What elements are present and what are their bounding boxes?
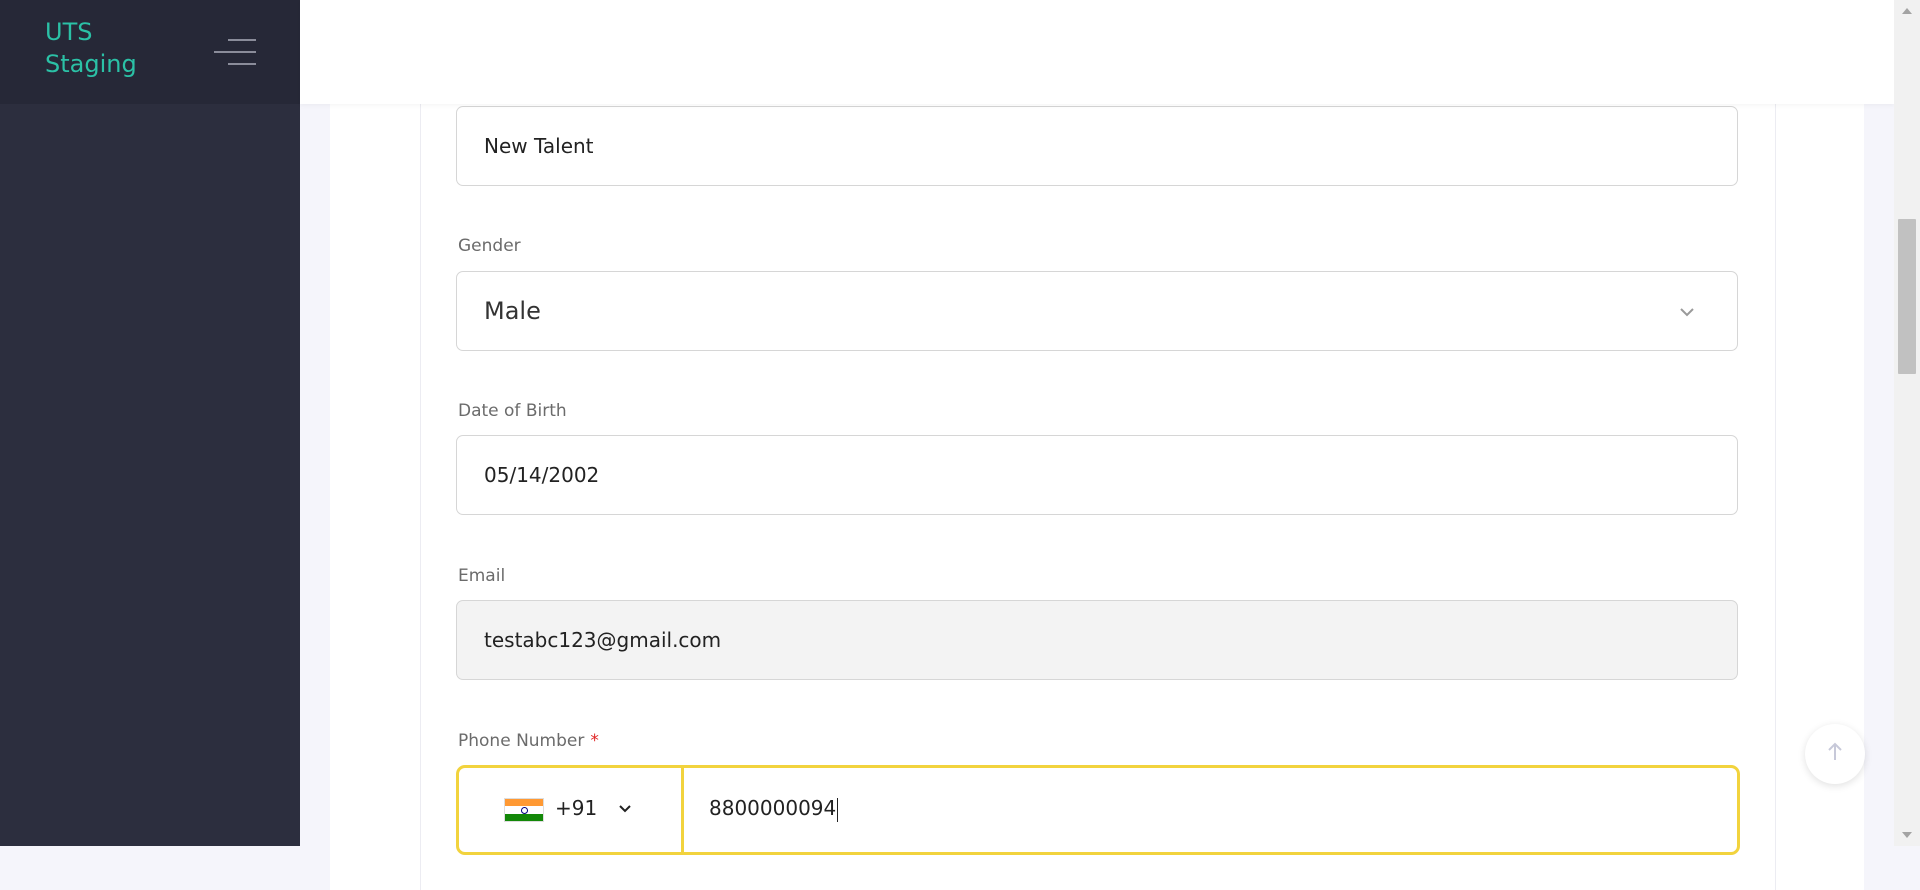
scroll-up-arrow-icon[interactable]: [1902, 8, 1912, 14]
email-field: testabc123@gmail.com: [456, 600, 1738, 680]
email-label: Email: [458, 566, 506, 586]
name-field-value: New Talent: [484, 134, 594, 158]
chevron-down-icon: [1675, 300, 1699, 324]
app-logo[interactable]: UTS Staging: [45, 16, 137, 80]
scroll-thumb[interactable]: [1898, 219, 1916, 374]
chevron-down-icon: [615, 799, 635, 819]
phone-input[interactable]: 8800000094: [709, 796, 839, 822]
scroll-to-top-button[interactable]: [1805, 724, 1865, 784]
dob-field-value: 05/14/2002: [484, 463, 600, 487]
scroll-down-arrow-icon[interactable]: [1902, 832, 1912, 838]
country-code-select[interactable]: +91: [459, 768, 684, 852]
page-scrollbar[interactable]: [1894, 0, 1920, 846]
logo-line-1: UTS: [45, 18, 93, 46]
sidebar: UTS Staging: [0, 0, 300, 846]
phone-input-value: 8800000094: [709, 796, 837, 820]
phone-label: Phone Number *: [458, 731, 599, 751]
country-code-value: +91: [555, 796, 598, 820]
logo-line-2: Staging: [45, 50, 137, 78]
arrow-up-icon: [1824, 741, 1846, 767]
required-mark: *: [590, 731, 599, 751]
email-field-value: testabc123@gmail.com: [484, 628, 722, 652]
gender-select-value: Male: [484, 297, 541, 325]
name-field[interactable]: New Talent: [456, 106, 1738, 186]
dob-field[interactable]: 05/14/2002: [456, 435, 1738, 515]
gender-label: Gender: [458, 236, 521, 256]
phone-field: +91 8800000094: [456, 765, 1740, 855]
brand-bar: UTS Staging: [0, 0, 300, 104]
top-header: [300, 0, 1894, 104]
hamburger-icon[interactable]: [214, 38, 256, 66]
gender-select[interactable]: Male: [456, 271, 1738, 351]
phone-label-text: Phone Number: [458, 731, 585, 751]
text-caret: [837, 797, 839, 822]
dob-label: Date of Birth: [458, 401, 567, 421]
india-flag-icon: [504, 798, 544, 822]
